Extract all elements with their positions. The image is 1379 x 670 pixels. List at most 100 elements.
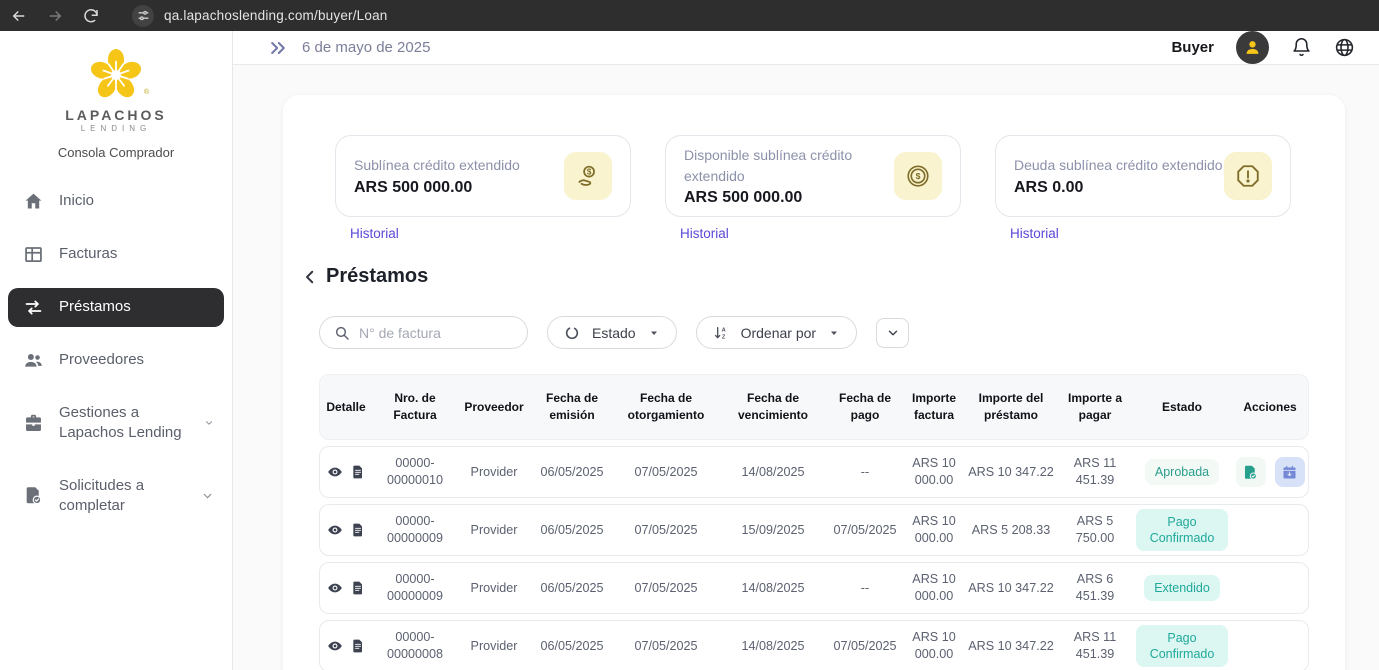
invoice-number: 00000-00000009 — [372, 513, 458, 547]
grant-date: 07/05/2025 — [614, 522, 718, 539]
detail-cell — [320, 522, 372, 538]
payment-date: -- — [828, 580, 902, 597]
payment-date: 07/05/2025 — [828, 522, 902, 539]
status-badge: Pago Confirmado — [1136, 509, 1228, 552]
forward-icon[interactable] — [46, 7, 64, 25]
eye-icon[interactable] — [327, 464, 343, 480]
loan-amount: ARS 10 347.22 — [966, 580, 1056, 597]
eye-icon[interactable] — [327, 522, 343, 538]
card-sublinea-credito: Sublínea crédito extendido ARS 500 000.0… — [335, 135, 631, 217]
alert-octagon-icon — [1224, 152, 1272, 200]
file-text-icon[interactable] — [350, 522, 366, 538]
sidebar-item-solicitudes[interactable]: Solicitudes a completar — [8, 467, 224, 526]
provider: Provider — [458, 522, 530, 539]
svg-text:A: A — [721, 327, 725, 333]
issue-date: 06/05/2025 — [530, 638, 614, 655]
sort-az-icon: AZ — [713, 325, 729, 341]
table-row: 00000-00000009 Provider 06/05/2025 07/05… — [319, 504, 1309, 556]
bell-icon[interactable] — [1291, 37, 1312, 58]
status-badge: Extendido — [1144, 575, 1220, 601]
calendar-icon — [1281, 464, 1298, 481]
issue-date: 06/05/2025 — [530, 522, 614, 539]
grid-icon — [23, 244, 44, 265]
back-icon[interactable] — [10, 7, 28, 25]
invoice-search[interactable] — [319, 316, 528, 349]
sidebar-item-inicio[interactable]: Inicio — [8, 182, 224, 221]
detail-cell — [320, 638, 372, 654]
chevron-down-icon — [886, 326, 900, 340]
document-check-action-button[interactable] — [1236, 457, 1266, 487]
loan-amount: ARS 10 347.22 — [966, 464, 1056, 481]
avatar[interactable] — [1236, 31, 1269, 64]
url-text[interactable]: qa.lapachoslending.com/buyer/Loan — [164, 8, 388, 23]
sidebar: ® LAPACHOS LENDING Consola Comprador Ini… — [0, 31, 233, 670]
svg-text:$: $ — [587, 167, 592, 176]
status-cell: Pago Confirmado — [1134, 625, 1230, 668]
file-text-icon[interactable] — [350, 464, 366, 480]
estado-filter-button[interactable]: Estado — [547, 316, 677, 349]
detail-cell — [320, 464, 372, 480]
sidebar-item-proveedores[interactable]: Proveedores — [8, 341, 224, 380]
address-bar[interactable]: qa.lapachoslending.com/buyer/Loan — [132, 5, 388, 27]
svg-text:Z: Z — [722, 334, 726, 340]
user-role-label: Buyer — [1171, 39, 1214, 56]
eye-icon[interactable] — [327, 638, 343, 654]
sidebar-item-gestiones[interactable]: Gestiones a Lapachos Lending — [8, 394, 224, 453]
status-cell: Extendido — [1134, 575, 1230, 601]
provider: Provider — [458, 638, 530, 655]
due-date: 14/08/2025 — [718, 580, 828, 597]
invoice-number: 00000-00000008 — [372, 629, 458, 663]
chevron-down-icon — [201, 488, 214, 504]
due-date: 14/08/2025 — [718, 638, 828, 655]
globe-icon[interactable] — [1334, 37, 1355, 58]
payable-amount: ARS 11 451.39 — [1056, 629, 1134, 663]
table-row: 00000-00000009 Provider 06/05/2025 07/05… — [319, 562, 1309, 614]
brand-name-sub: LENDING — [0, 124, 232, 133]
caret-down-icon — [828, 327, 840, 339]
invoice-number: 00000-00000009 — [372, 571, 458, 605]
historial-link[interactable]: Historial — [680, 226, 729, 241]
sidebar-item-facturas[interactable]: Facturas — [8, 235, 224, 274]
more-filters-button[interactable] — [876, 318, 909, 348]
home-icon — [23, 191, 44, 212]
file-text-icon[interactable] — [350, 638, 366, 654]
historial-link[interactable]: Historial — [1010, 226, 1059, 241]
provider: Provider — [458, 580, 530, 597]
search-input[interactable] — [359, 325, 513, 341]
calendar-action-button[interactable] — [1275, 457, 1305, 487]
site-settings-icon[interactable] — [132, 5, 154, 27]
back-chevron-icon[interactable] — [301, 268, 319, 286]
card-disponible-sublinea: Disponible sublínea crédito extendido AR… — [665, 135, 961, 217]
grant-date: 07/05/2025 — [614, 638, 718, 655]
file-text-icon[interactable] — [350, 580, 366, 596]
users-icon — [23, 350, 44, 371]
caret-down-icon — [648, 327, 660, 339]
summary-cards: Sublínea crédito extendido ARS 500 000.0… — [335, 135, 1293, 243]
payable-amount: ARS 5 750.00 — [1056, 513, 1134, 547]
provider: Provider — [458, 464, 530, 481]
lapachos-flower-icon: ® — [89, 49, 143, 106]
brand-name: LAPACHOS — [0, 107, 232, 123]
invoice-amount: ARS 10 000.00 — [902, 455, 966, 489]
loans-panel: Sublínea crédito extendido ARS 500 000.0… — [283, 95, 1345, 670]
card-deuda-sublinea: Deuda sublínea crédito extendido ARS 0.0… — [995, 135, 1291, 217]
detail-cell — [320, 580, 372, 596]
invoice-number: 00000-00000010 — [372, 455, 458, 489]
status-cell: Pago Confirmado — [1134, 509, 1230, 552]
browser-toolbar: qa.lapachoslending.com/buyer/Loan — [0, 0, 1379, 31]
sidebar-expand-icon[interactable] — [268, 38, 288, 58]
status-circle-icon — [564, 325, 580, 341]
ordenar-por-button[interactable]: AZ Ordenar por — [696, 316, 857, 349]
eye-icon[interactable] — [327, 580, 343, 596]
hand-coin-icon: $ — [564, 152, 612, 200]
due-date: 14/08/2025 — [718, 464, 828, 481]
grant-date: 07/05/2025 — [614, 464, 718, 481]
sidebar-item-prestamos[interactable]: Préstamos — [8, 288, 224, 327]
loan-amount: ARS 5 208.33 — [966, 522, 1056, 539]
issue-date: 06/05/2025 — [530, 580, 614, 597]
refresh-icon[interactable] — [82, 7, 100, 25]
search-icon — [334, 325, 350, 341]
issue-date: 06/05/2025 — [530, 464, 614, 481]
historial-link[interactable]: Historial — [350, 226, 399, 241]
status-badge: Aprobada — [1145, 459, 1219, 485]
